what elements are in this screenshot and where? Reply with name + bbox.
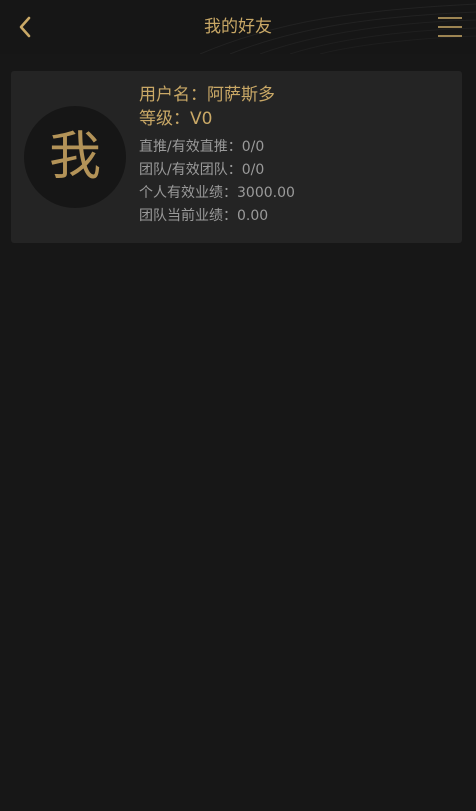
- stat-personal-performance: 个人有效业绩：3000.00: [139, 182, 295, 205]
- stat-label: 个人有效业绩：: [139, 185, 237, 201]
- stat-team-performance: 团队当前业绩：0.00: [139, 205, 295, 228]
- stat-value: 0.00: [237, 208, 269, 224]
- stat-team: 团队/有效团队：0/0: [139, 159, 295, 182]
- stat-value: 3000.00: [237, 185, 295, 201]
- hamburger-menu-icon: [438, 17, 462, 37]
- page-title: 我的好友: [204, 17, 272, 37]
- back-button[interactable]: [10, 12, 40, 42]
- friend-card: 我 用户名：阿萨斯多 等级：V0 直推/有效直推：0/0 团队/有效团队：0/0…: [11, 71, 462, 243]
- top-nav-bar: 我的好友: [0, 0, 476, 54]
- avatar-char: 我: [48, 127, 101, 187]
- level-value: V0: [190, 109, 213, 129]
- user-info: 用户名：阿萨斯多 等级：V0 直推/有效直推：0/0 团队/有效团队：0/0 个…: [139, 83, 295, 228]
- chevron-left-icon: [19, 16, 31, 38]
- stat-label: 团队/有效团队：: [139, 162, 242, 178]
- stat-value: 0/0: [241, 162, 265, 178]
- level-label: 等级：: [139, 109, 190, 129]
- username-label: 用户名：: [139, 85, 207, 105]
- username-value: 阿萨斯多: [207, 85, 275, 105]
- level-line: 等级：V0: [139, 107, 295, 131]
- stats-list: 直推/有效直推：0/0 团队/有效团队：0/0 个人有效业绩：3000.00 团…: [139, 136, 295, 228]
- stat-direct-referrals: 直推/有效直推：0/0: [139, 136, 295, 159]
- stat-label: 团队当前业绩：: [139, 208, 237, 224]
- stat-label: 直推/有效直推：: [139, 139, 242, 155]
- username-line: 用户名：阿萨斯多: [139, 83, 295, 107]
- menu-button[interactable]: [436, 14, 464, 40]
- avatar: 我: [24, 106, 126, 208]
- stat-value: 0/0: [241, 139, 265, 155]
